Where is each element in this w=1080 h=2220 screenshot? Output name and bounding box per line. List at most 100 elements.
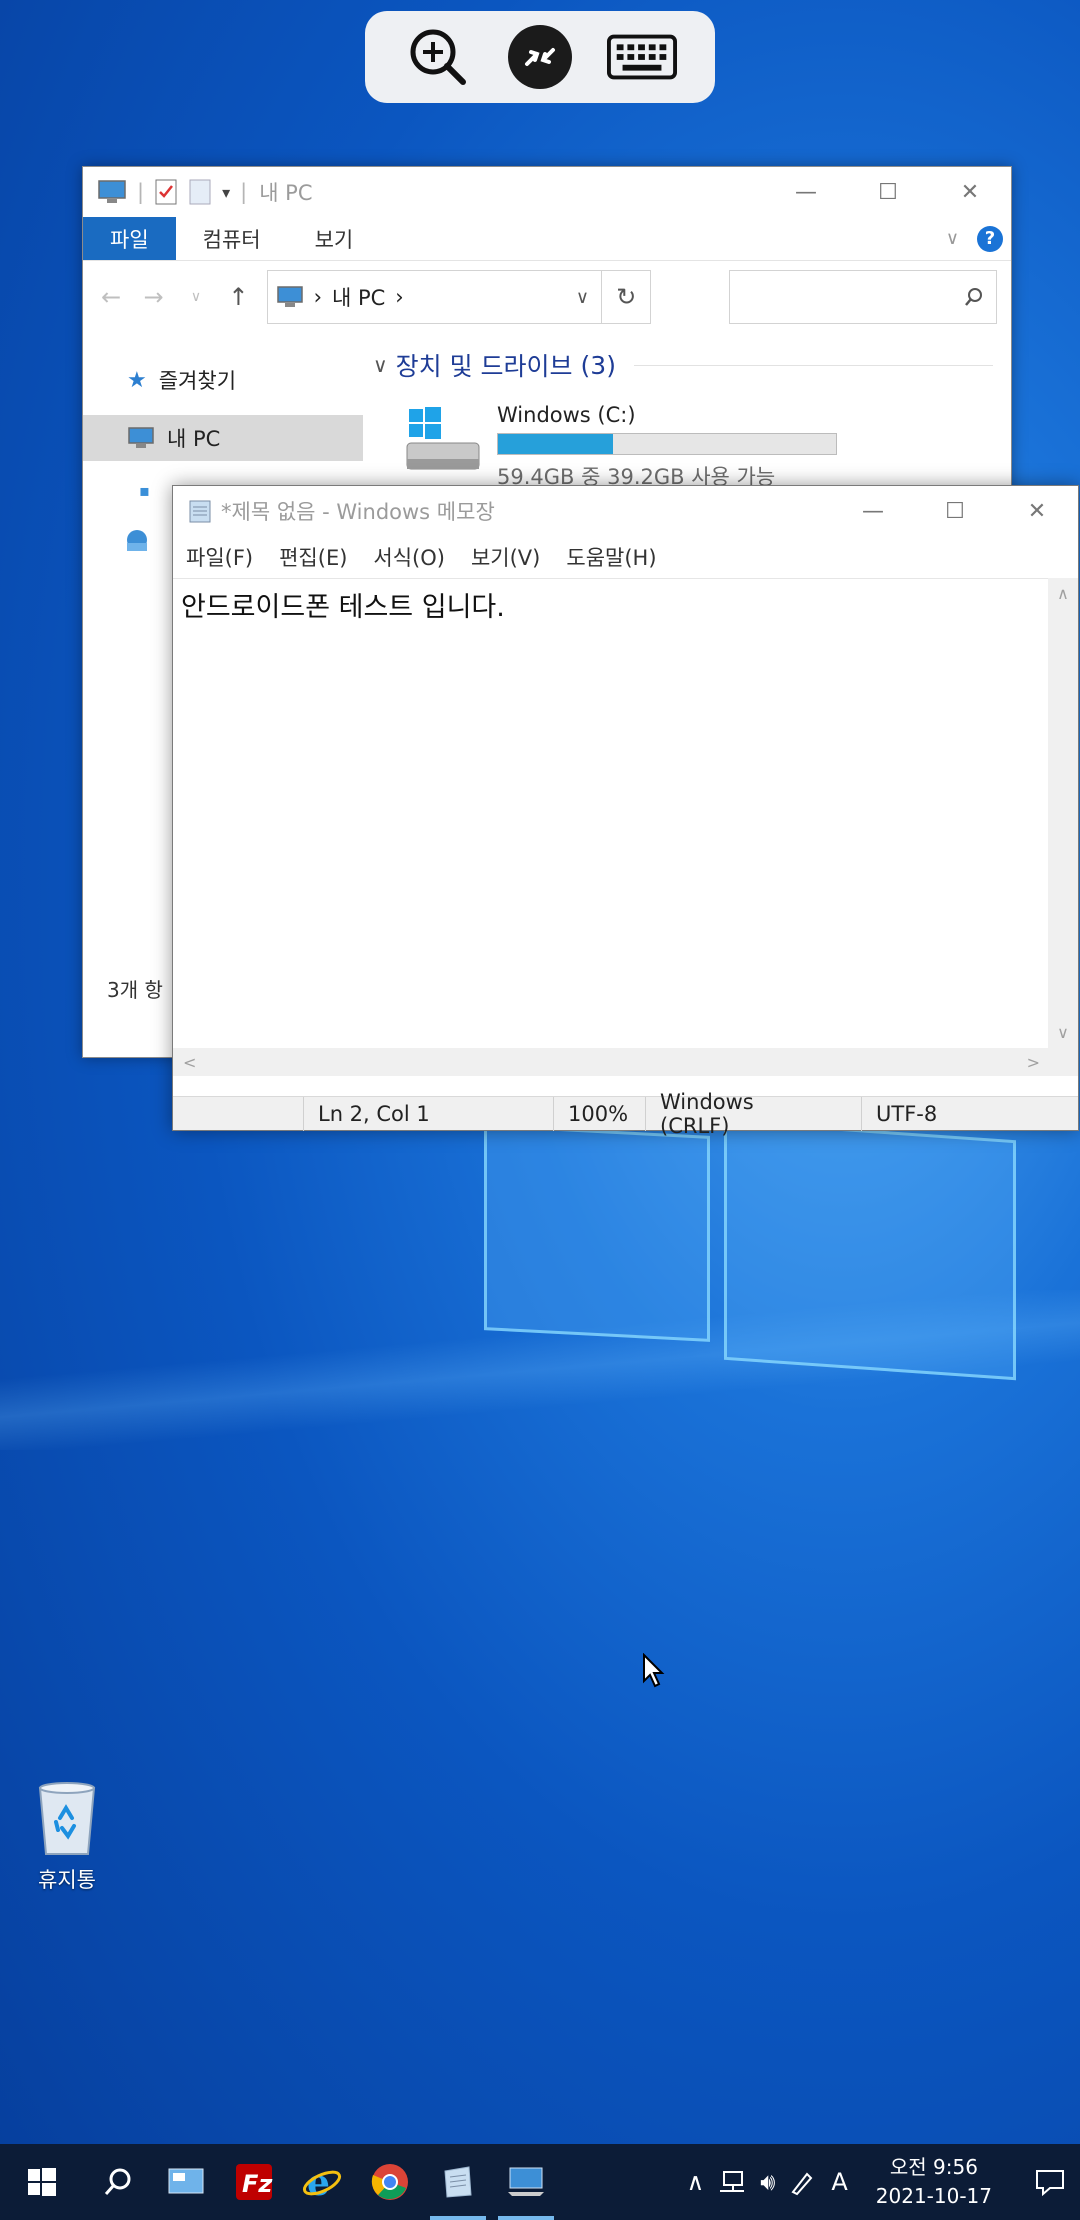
drive-item-c[interactable]: Windows (C:) 59.4GB 중 39.2GB 사용 가능 [403, 403, 837, 491]
maximize-icon: ☐ [945, 498, 965, 524]
remote-connection-icon [508, 25, 572, 89]
this-pc-icon [98, 180, 126, 203]
recycle-bin-icon [38, 1782, 96, 1855]
menu-edit[interactable]: 편집(E) [279, 542, 347, 572]
title-separator: | [137, 180, 145, 204]
group-label: 장치 및 드라이브 [395, 352, 573, 381]
status-position: Ln 2, Col 1 [303, 1097, 553, 1131]
scroll-up-icon[interactable]: ∧ [1057, 584, 1069, 603]
star-icon: ★ [127, 367, 147, 393]
filezilla-icon: Fz [236, 2164, 273, 2200]
explorer-title-bar: | ▾ | 내 PC — ☐ ✕ [83, 167, 1011, 217]
start-button[interactable] [0, 2144, 84, 2220]
input-method-indicator[interactable]: A [831, 2168, 847, 2196]
mouse-cursor-icon [643, 1653, 665, 1688]
maximize-button[interactable]: ☐ [847, 167, 929, 217]
search-button[interactable] [84, 2144, 152, 2220]
expand-ribbon-icon[interactable]: ∨ [946, 228, 959, 249]
address-dropdown-icon[interactable]: ∨ [576, 287, 589, 308]
network-status-icon[interactable] [718, 2170, 746, 2194]
wallpaper-windows-logo [484, 1119, 1019, 1382]
properties-icon[interactable] [154, 178, 178, 206]
notepad-window: *제목 없음 - Windows 메모장 — ☐ ✕ 파일(F) 편집(E) 서… [172, 485, 1079, 1138]
refresh-button[interactable]: ↻ [602, 270, 652, 324]
search-input[interactable] [729, 270, 997, 324]
recycle-bin-label: 휴지통 [38, 1868, 96, 1892]
tab-view[interactable]: 보기 [288, 217, 381, 260]
network-icon [127, 530, 147, 551]
svg-text:Fz: Fz [242, 2170, 273, 2198]
taskbar-app-internet-explorer[interactable]: e [288, 2144, 356, 2220]
taskbar-app-chrome[interactable] [356, 2144, 424, 2220]
help-icon[interactable]: ? [977, 225, 1003, 252]
pen-workspace-icon[interactable] [789, 2168, 817, 2196]
nav-item-label: 즐겨찾기 [158, 369, 237, 393]
search-icon [104, 2168, 131, 2195]
quick-access-dropdown-icon[interactable]: ▾ [222, 183, 230, 202]
new-folder-icon[interactable] [188, 178, 212, 206]
address-bar[interactable]: › 내 PC › ∨ [266, 270, 603, 324]
close-button[interactable]: ✕ [996, 486, 1078, 536]
notepad-menu-bar: 파일(F) 편집(E) 서식(O) 보기(V) 도움말(H) [173, 536, 1078, 578]
horizontal-scrollbar[interactable]: < > [173, 1048, 1050, 1076]
nav-item-favorites[interactable]: ★ 즐겨찾기 [83, 357, 363, 403]
windows-start-icon [28, 2168, 56, 2196]
taskbar-app-filezilla[interactable]: Fz [220, 2144, 288, 2220]
refresh-icon: ↻ [616, 283, 637, 311]
scroll-down-icon[interactable]: ∨ [1057, 1023, 1069, 1042]
control-panel-icon [168, 2168, 204, 2194]
notepad-text-area[interactable]: 안드로이드폰 테스트 입니다. [173, 578, 1050, 1048]
zoom-in-button[interactable] [403, 22, 473, 92]
title-separator: | [240, 180, 248, 204]
windows-drive-icon [406, 407, 480, 470]
devices-drives-group[interactable]: ∨ 장치 및 드라이브 (3) [373, 347, 993, 383]
address-path-item[interactable]: 내 PC [332, 282, 385, 312]
close-button[interactable]: ✕ [929, 167, 1011, 217]
notepad-icon [444, 2166, 472, 2198]
show-hidden-icons-icon[interactable]: ∧ [687, 2168, 705, 2196]
taskbar-app-control-panel[interactable] [152, 2144, 220, 2220]
search-icon [965, 288, 982, 306]
vertical-scrollbar[interactable]: ∧ ∨ [1048, 578, 1078, 1048]
back-arrow-icon[interactable]: ← [97, 283, 125, 311]
taskbar-clock[interactable]: 오전 9:56 2021-10-17 [862, 2153, 1006, 2211]
menu-file[interactable]: 파일(F) [186, 542, 253, 572]
explorer-title: 내 PC [259, 181, 313, 205]
taskbar-app-file-explorer[interactable] [492, 2144, 560, 2220]
taskbar-app-notepad[interactable] [424, 2144, 492, 2220]
clock-time: 오전 9:56 [889, 2155, 978, 2179]
menu-view[interactable]: 보기(V) [471, 542, 540, 572]
action-center-button[interactable] [1020, 2144, 1080, 2220]
scroll-right-icon[interactable]: > [1027, 1053, 1040, 1072]
recycle-bin-shortcut[interactable]: 휴지통 [22, 1778, 112, 1894]
maximize-icon: ☐ [878, 179, 898, 205]
maximize-button[interactable]: ☐ [914, 486, 996, 536]
minimize-button[interactable]: — [832, 486, 914, 536]
drive-name: Windows (C:) [497, 403, 636, 427]
remote-connection-button[interactable] [505, 22, 575, 92]
keyboard-button[interactable] [607, 22, 677, 92]
close-icon: ✕ [1027, 498, 1047, 524]
drive-usage-bar [497, 433, 837, 455]
tab-computer[interactable]: 컴퓨터 [176, 217, 288, 260]
scroll-left-icon[interactable]: < [183, 1053, 196, 1072]
notepad-title-bar: *제목 없음 - Windows 메모장 — ☐ ✕ [173, 486, 1078, 536]
volume-icon[interactable]: 🔊︎ [760, 2168, 775, 2196]
system-tray: ∧ 🔊︎ A 오전 9:56 2021-10-17 [687, 2144, 1080, 2220]
minimize-button[interactable]: — [765, 167, 847, 217]
tab-file[interactable]: 파일 [83, 217, 176, 260]
up-arrow-icon[interactable]: ↑ [224, 283, 252, 311]
recent-locations-icon[interactable]: ∨ [182, 289, 210, 305]
zoom-in-icon [410, 29, 466, 85]
menu-format[interactable]: 서식(O) [373, 542, 445, 572]
nav-item-this-pc[interactable]: 내 PC [83, 415, 363, 461]
status-line-ending: Windows (CRLF) [645, 1090, 797, 1138]
forward-arrow-icon[interactable]: → [139, 283, 167, 311]
taskbar: Fz e ∧ 🔊︎ A 오전 9:56 2021-10-17 [0, 2144, 1080, 2220]
explorer-navigation-bar: ← → ∨ ↑ › 내 PC › ∨ ↻ [83, 261, 1011, 333]
close-icon: ✕ [960, 179, 980, 205]
internet-explorer-icon: e [302, 2162, 342, 2203]
menu-help[interactable]: 도움말(H) [566, 542, 656, 572]
nav-item-label: 내 PC [167, 427, 221, 451]
scroll-corner [1048, 1048, 1078, 1076]
